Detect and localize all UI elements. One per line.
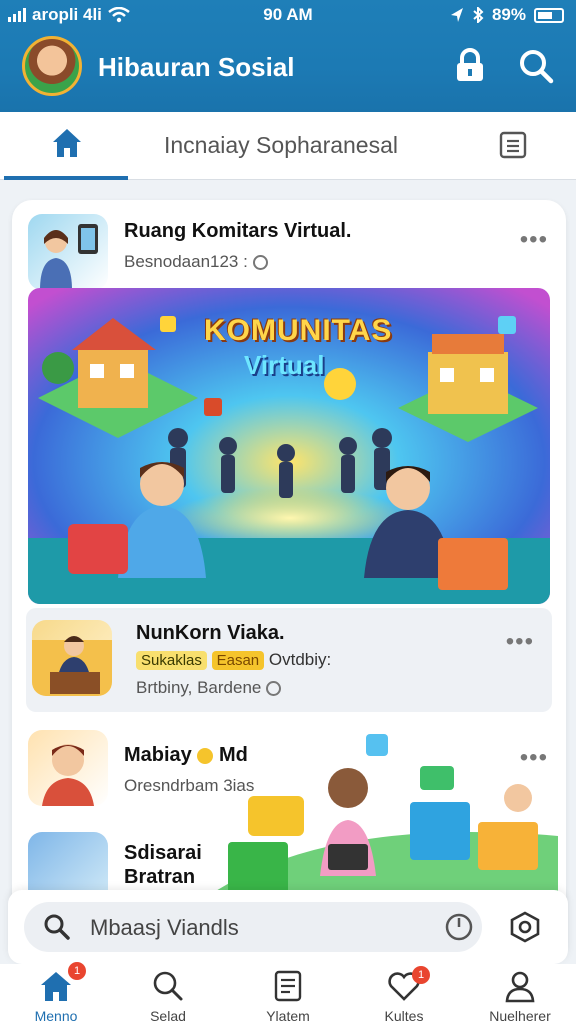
active-tab-indicator [4, 176, 128, 180]
post-subtitle: Besnodaan123 : [124, 252, 268, 272]
nav-item-home[interactable]: 1 Menno [0, 962, 112, 1024]
banner-subtitle: Virtual [244, 350, 325, 380]
lock-icon[interactable] [452, 48, 488, 84]
tab-home[interactable] [4, 112, 128, 180]
camera-icon[interactable] [508, 910, 542, 944]
more-options-icon[interactable]: ••• [506, 628, 534, 656]
bottom-nav: 1 Menno Selad Ylatem 1 Kultes Nuelherer [0, 962, 576, 1024]
status-badge: Easan [211, 651, 265, 670]
post-banner-image[interactable]: KOMUNITAS Virtual [28, 288, 550, 604]
app-header: Hibauran Sosial [0, 32, 576, 112]
post-title: Ruang Komitars Virtual. [124, 220, 352, 242]
post-avatar [32, 620, 112, 696]
tab-bar: Incnaiay Sopharanesal [0, 112, 576, 180]
nav-item-activity[interactable]: 1 Kultes [348, 964, 460, 1024]
nav-label: Selad [150, 1008, 186, 1024]
post-meta: Ovtdbiy: [268, 650, 332, 669]
nav-item-search[interactable]: Selad [112, 964, 224, 1024]
bluetooth-icon [473, 7, 484, 23]
list-icon [274, 970, 302, 1002]
nav-label: Menno [34, 1008, 78, 1024]
feed-card: Ruang Komitars Virtual. Besnodaan123 : •… [12, 200, 566, 960]
post-title: NunKorn Viaka. [136, 622, 285, 644]
search-icon [153, 971, 183, 1001]
tab-label[interactable]: Incnaiay Sopharanesal [164, 132, 398, 159]
post-header[interactable]: Ruang Komitars Virtual. Besnodaan123 : •… [12, 214, 566, 290]
list-icon[interactable] [498, 130, 528, 160]
post-avatar [28, 730, 108, 806]
user-icon [505, 971, 535, 1003]
list-item[interactable]: NunKorn Viaka. Sukaklas Easan Ovtdbiy: B… [26, 608, 552, 712]
nav-label: Ylatem [266, 1008, 310, 1024]
post-subtitle: Bratran [124, 866, 196, 888]
post-tags: Sukaklas Easan Ovtdbiy: [136, 650, 331, 670]
battery-icon [534, 7, 564, 23]
post-meta: Besnodaan123 : [124, 252, 248, 271]
nav-item-profile[interactable]: Nuelherer [464, 964, 576, 1024]
post-avatar [28, 214, 108, 290]
nav-label: Kultes [384, 1008, 424, 1024]
notification-badge: 1 [412, 966, 430, 984]
banner-title: KOMUNITAS [204, 314, 393, 347]
search-icon[interactable] [518, 48, 554, 84]
more-options-icon[interactable]: ••• [520, 226, 548, 254]
post-meta: Brtbiny, Bardene [136, 678, 262, 697]
nav-label: Nuelherer [489, 1008, 551, 1024]
timer-icon[interactable] [444, 912, 474, 942]
clock-icon [252, 255, 268, 271]
post-subtitle: Brtbiny, Bardene [136, 678, 282, 698]
nav-item-items[interactable]: Ylatem [232, 964, 344, 1024]
battery-percent: 89% [491, 5, 526, 24]
notification-badge: 1 [68, 962, 86, 980]
clock-icon [266, 681, 282, 697]
post-title: Sdisarai [124, 842, 202, 864]
search-placeholder: Mbaasj Viandls [90, 915, 239, 940]
search-icon [44, 914, 70, 940]
tag-label: Sukaklas [136, 651, 207, 670]
location-icon [450, 8, 463, 22]
app-title: Hibauran Sosial [98, 52, 295, 82]
search-input[interactable]: Mbaasj Viandls [24, 902, 482, 952]
home-icon [53, 129, 81, 157]
status-bar: aropli 4li 90 AM 89% [0, 0, 576, 32]
search-bar: Mbaasj Viandls [8, 890, 568, 964]
profile-avatar[interactable] [22, 36, 82, 96]
list-item[interactable]: Mabiay Md Oresndrbam 3ias ••• [12, 726, 566, 896]
